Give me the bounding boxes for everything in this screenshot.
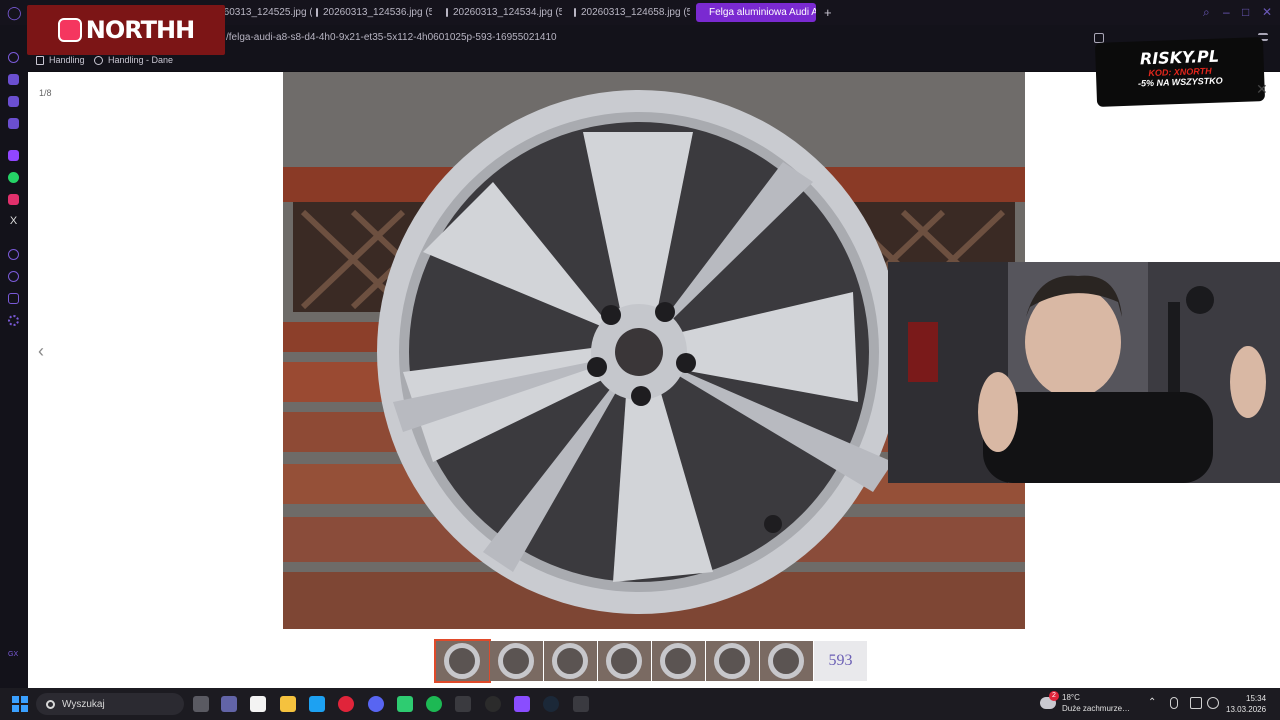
image-counter: 1/8 xyxy=(39,88,52,98)
gx-corner-icon[interactable]: GX xyxy=(8,651,19,662)
discord-icon[interactable] xyxy=(368,696,384,712)
display-icon[interactable] xyxy=(1190,697,1202,709)
app-grid-icon[interactable] xyxy=(514,696,530,712)
store-icon[interactable] xyxy=(250,696,266,712)
wheel-thumb-image xyxy=(552,643,588,679)
url-field[interactable]: /felga-audi-a8-s8-d4-4h0-9x21-et35-5x112… xyxy=(226,32,557,43)
new-tab-button[interactable]: + xyxy=(824,5,832,20)
notification-badge: 2 xyxy=(1049,691,1059,701)
document-icon xyxy=(574,8,576,17)
tab-2[interactable]: 20260313_124536.jpg (50… xyxy=(308,3,432,22)
search-icon xyxy=(46,699,55,709)
wheel-thumb-image xyxy=(498,643,534,679)
globe-icon xyxy=(94,55,103,65)
history-icon[interactable] xyxy=(8,271,19,282)
screenshot-icon[interactable] xyxy=(1094,33,1104,43)
wheel-thumb-image xyxy=(768,643,804,679)
app-green-icon[interactable] xyxy=(397,696,413,712)
previous-image-button[interactable]: ‹ xyxy=(28,338,54,364)
steam-icon[interactable] xyxy=(543,696,559,712)
streamer-webcam-illustration xyxy=(888,262,1280,483)
search-tabs-icon[interactable]: ⌕ xyxy=(1203,5,1210,20)
system-clock[interactable]: 15:34 13.03.2026 xyxy=(1226,693,1266,715)
sponsor-overlay: RISKY.PL KOD: XNORTH -5% NA WSZYSTKO xyxy=(1094,37,1266,107)
wheel-thumb-image xyxy=(606,643,642,679)
minimize-icon[interactable]: – xyxy=(1223,5,1230,19)
thumbnail[interactable] xyxy=(490,641,543,681)
document-icon xyxy=(446,8,448,17)
outlook-icon[interactable] xyxy=(309,696,325,712)
instagram-icon xyxy=(57,18,82,42)
webcam-overlay xyxy=(888,262,1280,483)
bookmark-icon xyxy=(36,55,44,65)
document-icon xyxy=(316,8,318,17)
speed-dial-icon[interactable] xyxy=(8,52,19,63)
maximize-icon[interactable]: □ xyxy=(1242,5,1249,19)
browser-logo-icon[interactable]: ◯ xyxy=(7,5,22,21)
tab-5-active[interactable]: Felga aluminiowa Audi A8… xyxy=(696,3,816,22)
wheel-thumb-image xyxy=(714,643,750,679)
thumbnail[interactable]: 593 xyxy=(814,641,867,681)
thumbnail[interactable] xyxy=(544,641,597,681)
notes-icon[interactable] xyxy=(8,118,19,129)
windows-taskbar: Wyszukaj 18°C Duże zachmurze… 2 ⌃ 15:34 … xyxy=(0,688,1280,720)
wheel-thumb-image xyxy=(660,643,696,679)
wheel-thumb-image xyxy=(444,643,480,679)
app-icon[interactable] xyxy=(573,696,589,712)
instagram-icon[interactable] xyxy=(8,194,19,205)
twitch-icon[interactable] xyxy=(8,150,19,161)
downloads-icon[interactable] xyxy=(8,293,19,304)
thumbnail-label: 593 xyxy=(814,641,867,681)
github-icon[interactable] xyxy=(485,696,501,712)
close-viewer-icon[interactable]: ✕ xyxy=(1256,81,1268,98)
spotify-icon[interactable] xyxy=(426,696,442,712)
northh-social-overlay: NORTHH xyxy=(27,5,225,55)
whatsapp-icon[interactable] xyxy=(8,172,19,183)
thumbnail[interactable] xyxy=(706,641,759,681)
bookmark-handling[interactable]: Handling xyxy=(36,55,85,65)
file-explorer-icon[interactable] xyxy=(280,696,296,712)
extensions-icon[interactable] xyxy=(8,74,19,85)
tab-3[interactable]: 20260313_124534.jpg (50… xyxy=(438,3,562,22)
close-window-icon[interactable]: ✕ xyxy=(1262,5,1272,19)
volume-icon[interactable] xyxy=(1207,697,1219,709)
thumbnail[interactable] xyxy=(652,641,705,681)
player-icon[interactable] xyxy=(8,249,19,260)
messenger-icon[interactable] xyxy=(8,96,19,107)
taskbar-search[interactable]: Wyszukaj xyxy=(36,693,184,715)
start-button[interactable] xyxy=(12,696,28,712)
thumbnail-strip: 593 xyxy=(434,639,867,683)
x-twitter-icon[interactable]: X xyxy=(8,216,19,227)
pin-icon[interactable] xyxy=(1077,33,1087,43)
thumbnail[interactable] xyxy=(434,639,491,683)
tab-4[interactable]: 20260313_124658.jpg (50… xyxy=(566,3,690,22)
settings-gear-icon[interactable] xyxy=(8,315,19,326)
chevron-up-icon[interactable]: ⌃ xyxy=(1148,697,1160,709)
task-view-icon[interactable] xyxy=(193,696,209,712)
teams-icon[interactable] xyxy=(221,696,237,712)
thumbnail[interactable] xyxy=(760,641,813,681)
thumbnail[interactable] xyxy=(598,641,651,681)
microphone-icon[interactable] xyxy=(1170,697,1178,709)
bookmark-handling-dane[interactable]: Handling - Dane xyxy=(94,55,173,65)
opera-gx-icon[interactable] xyxy=(338,696,354,712)
terminal-icon[interactable] xyxy=(455,696,471,712)
browser-sidebar: X GX xyxy=(0,25,28,688)
